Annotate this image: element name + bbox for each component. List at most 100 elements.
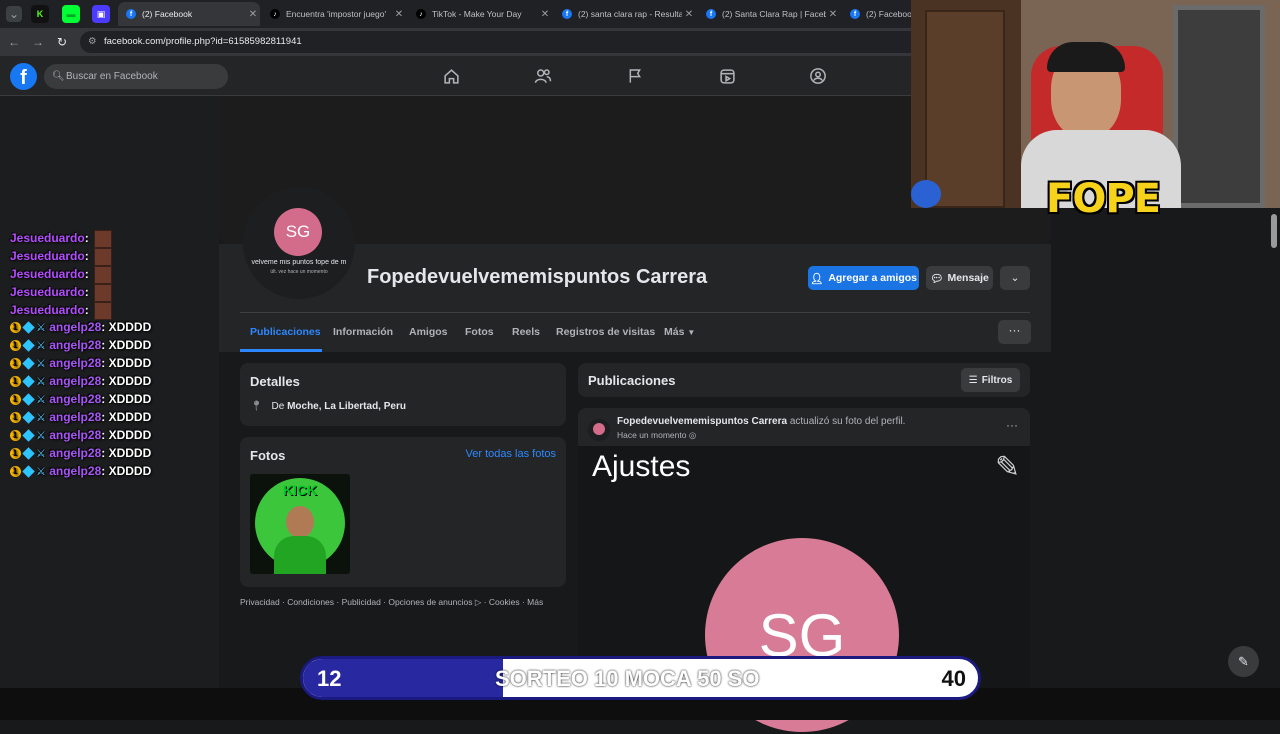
chat-username[interactable]: angelp28 bbox=[49, 428, 101, 442]
post-author-name[interactable]: Fopedevuelvememispuntos Carrera bbox=[617, 416, 787, 427]
chat-username[interactable]: Jesueduardo bbox=[10, 231, 85, 245]
footer-links[interactable]: Privacidad · Condiciones · Publicidad · … bbox=[240, 597, 543, 608]
chat-username[interactable]: angelp28 bbox=[49, 374, 101, 388]
webcam-hair bbox=[1047, 42, 1125, 72]
back-arrow-icon[interactable]: ← bbox=[6, 34, 22, 50]
tab-publicaciones[interactable]: Publicaciones bbox=[250, 326, 321, 338]
tab-facebook-2[interactable]: f (2) Facebook bbox=[842, 2, 912, 26]
url-field[interactable]: ⚙ facebook.com/profile.php?id=6158598281… bbox=[80, 31, 920, 53]
chat-message: 1 ⚔ angelp28: XDDDD bbox=[10, 338, 151, 352]
facebook-logo-icon[interactable]: f bbox=[10, 63, 37, 90]
site-info-icon[interactable]: ⚙ bbox=[88, 31, 97, 53]
chat-colon: : bbox=[84, 231, 93, 246]
chat-colon: : bbox=[101, 410, 109, 424]
tab-tiktok[interactable]: ♪ TikTok - Make Your Day ✕ bbox=[408, 2, 552, 26]
chat-message: 1 ⚔ angelp28: XDDDD bbox=[10, 428, 151, 442]
photo-hoodie bbox=[274, 536, 326, 574]
message-label: Mensaje bbox=[947, 272, 989, 284]
photo-thumbnail[interactable]: KICK bbox=[250, 474, 350, 574]
chat-gem-badge-icon bbox=[22, 411, 35, 425]
location-prefix: De bbox=[271, 401, 285, 412]
chat-username[interactable]: angelp28 bbox=[49, 320, 101, 334]
chat-gem-badge-icon bbox=[22, 465, 35, 479]
chat-colon: : bbox=[101, 374, 109, 388]
search-input[interactable]: 🔍︎ Buscar en Facebook bbox=[44, 64, 228, 89]
chat-message: Jesueduardo: bbox=[10, 302, 113, 320]
tab-google[interactable]: ♪ Encuentra 'impostor juego' ✕ bbox=[262, 2, 406, 26]
add-friend-icon: 👤︎ bbox=[809, 272, 824, 285]
chat-colon: : bbox=[84, 267, 93, 282]
chat-username[interactable]: angelp28 bbox=[49, 410, 101, 424]
video-icon[interactable] bbox=[717, 66, 737, 86]
chat-badge-icon: 1 bbox=[10, 412, 21, 424]
chat-username[interactable]: angelp28 bbox=[49, 392, 101, 406]
tab-santa-clara-results[interactable]: f (2) santa clara rap - Resulta ✕ bbox=[554, 2, 696, 26]
close-tab-icon[interactable]: ✕ bbox=[682, 9, 696, 20]
posts-title: Publicaciones bbox=[588, 373, 676, 388]
tab-mas-label: Más bbox=[664, 326, 685, 338]
pages-flag-icon[interactable] bbox=[625, 66, 645, 86]
chat-username[interactable]: angelp28 bbox=[49, 464, 101, 478]
chat-username[interactable]: angelp28 bbox=[49, 356, 101, 370]
webcam-door-panel bbox=[925, 10, 1005, 208]
fope-logo: FOPE bbox=[1046, 176, 1161, 222]
more-options-button[interactable]: ⌄ bbox=[1000, 266, 1030, 290]
tab-amigos[interactable]: Amigos bbox=[409, 326, 448, 338]
tiktok-favicon-icon: ♪ bbox=[416, 9, 426, 19]
chat-username[interactable]: Jesueduardo bbox=[10, 267, 85, 281]
webcam-mirror bbox=[1173, 5, 1265, 208]
tab-reels[interactable]: Reels bbox=[512, 326, 540, 338]
close-tab-icon[interactable]: ✕ bbox=[826, 9, 840, 20]
chat-username[interactable]: Jesueduardo bbox=[10, 249, 85, 263]
search-placeholder: Buscar en Facebook bbox=[66, 71, 158, 82]
chat-message: Jesueduardo: bbox=[10, 248, 113, 266]
post-time[interactable]: Hace un momento ◎ bbox=[617, 430, 696, 441]
chat-message: 1 ⚔ angelp28: XDDDD bbox=[10, 374, 151, 388]
forward-arrow-icon[interactable]: → bbox=[30, 34, 46, 50]
banner-left-number: 12 bbox=[317, 666, 342, 691]
tab-informacion[interactable]: Información bbox=[333, 326, 393, 338]
tab-search-icon[interactable]: ⌄ bbox=[6, 6, 22, 22]
add-friend-button[interactable]: 👤︎ Agregar a amigos bbox=[808, 266, 919, 290]
pinned-tab-2[interactable]: ▬ bbox=[62, 5, 80, 23]
groups-icon[interactable] bbox=[808, 66, 828, 86]
home-icon[interactable] bbox=[441, 66, 461, 86]
close-tab-icon[interactable]: ✕ bbox=[538, 9, 552, 20]
chat-username[interactable]: angelp28 bbox=[49, 446, 101, 460]
profile-more-dots-button[interactable]: ··· bbox=[998, 320, 1031, 344]
chat-username[interactable]: Jesueduardo bbox=[10, 285, 85, 299]
chat-badge-icon: 1 bbox=[10, 448, 21, 460]
scrollbar-thumb[interactable] bbox=[1271, 214, 1277, 248]
reload-icon[interactable]: ↻ bbox=[54, 34, 70, 50]
see-all-photos-link[interactable]: Ver todas las fotos bbox=[466, 448, 557, 460]
pencil-icon: ✎ bbox=[994, 451, 1020, 484]
filters-button[interactable]: ☰ Filtros bbox=[961, 368, 1020, 392]
chat-username[interactable]: angelp28 bbox=[49, 338, 101, 352]
tab-facebook[interactable]: f (2) Facebook ✕ bbox=[118, 2, 260, 26]
message-button[interactable]: 💬︎ Mensaje bbox=[926, 266, 993, 290]
pinned-tab-3[interactable]: ▣ bbox=[92, 5, 110, 23]
chat-sword-badge-icon: ⚔ bbox=[36, 466, 46, 479]
details-card: Detalles 📍︎ De Moche, La Libertad, Peru bbox=[240, 363, 566, 426]
post-author-avatar[interactable] bbox=[588, 419, 610, 441]
divider bbox=[240, 312, 1030, 313]
photos-card: Fotos Ver todas las fotos KICK bbox=[240, 437, 566, 587]
tab-registros-de-visitas[interactable]: Registros de visitas bbox=[556, 326, 655, 338]
chat-gem-badge-icon bbox=[22, 321, 35, 335]
tab-mas[interactable]: Más ▼ bbox=[664, 326, 695, 338]
close-tab-icon[interactable]: ✕ bbox=[392, 9, 406, 20]
chat-badge-icon: 1 bbox=[10, 376, 21, 388]
tab-fotos[interactable]: Fotos bbox=[465, 326, 494, 338]
chat-message: Jesueduardo: bbox=[10, 266, 113, 284]
kick-pinned-tab[interactable]: K bbox=[31, 5, 49, 23]
facebook-favicon-icon: f bbox=[562, 9, 572, 19]
post-options-dots-icon[interactable]: ··· bbox=[1006, 418, 1018, 432]
location-value[interactable]: Moche, La Libertad, Peru bbox=[287, 401, 406, 412]
tab-santa-clara-page[interactable]: f (2) Santa Clara Rap | Facebo ✕ bbox=[698, 2, 840, 26]
chat-message: 1 ⚔ angelp28: XDDDD bbox=[10, 392, 151, 406]
chat-username[interactable]: Jesueduardo bbox=[10, 303, 85, 317]
new-message-compose-icon[interactable]: ✎ bbox=[1228, 646, 1259, 677]
chat-sword-badge-icon: ⚔ bbox=[36, 340, 46, 353]
close-tab-icon[interactable]: ✕ bbox=[246, 9, 260, 20]
friends-icon[interactable] bbox=[533, 66, 553, 86]
